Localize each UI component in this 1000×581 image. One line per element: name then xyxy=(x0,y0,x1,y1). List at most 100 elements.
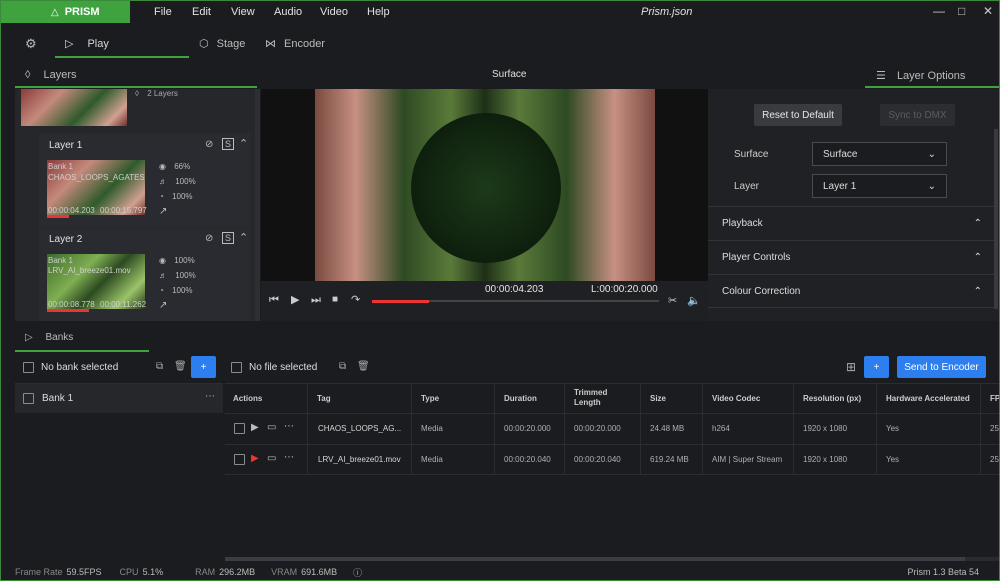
monitor-icon[interactable]: ▭ xyxy=(267,422,276,433)
trash-icon[interactable]: 🗑 xyxy=(357,361,370,372)
cell-hw: Yes xyxy=(886,455,900,464)
menu-video[interactable]: Video xyxy=(320,6,348,18)
table-header: Actions Tag Type Duration Trimmed Length… xyxy=(225,383,999,413)
grid-view-icon[interactable]: ⊞ xyxy=(846,360,856,374)
layer-options-panel: Reset to Default Sync to DMX Surface Sur… xyxy=(708,89,999,321)
col-size[interactable]: Size xyxy=(650,394,666,403)
opacity-value: 66% xyxy=(174,162,191,171)
layer-item[interactable]: Layer 1 ⊘ S ⌃ Bank 1 CHAOS_LOOPS_AGATES … xyxy=(39,133,251,227)
cell-fps: 25 xyxy=(990,455,999,464)
options-scrollbar[interactable] xyxy=(994,129,998,309)
cell-size: 619.24 MB xyxy=(650,455,689,464)
volume-stat[interactable]: ♬ 100% xyxy=(159,271,196,280)
skip-forward-icon[interactable]: ⏭ xyxy=(311,294,321,307)
send-to-encoder-button[interactable]: Send to Encoder xyxy=(897,356,986,378)
play-tab-icon: ▷ xyxy=(65,38,74,50)
bank-list-item[interactable]: Bank 1 ⋯ xyxy=(15,383,223,413)
clip-length: L:00:00:20.000 xyxy=(591,284,658,295)
cube-icon: ⬡ xyxy=(199,38,209,50)
menu-help[interactable]: Help xyxy=(367,6,390,18)
col-trimmed[interactable]: Trimmed Length xyxy=(574,388,624,408)
col-video-codec[interactable]: Video Codec xyxy=(712,394,760,403)
col-tag[interactable]: Tag xyxy=(317,394,331,403)
chevron-up-icon[interactable]: ⌃ xyxy=(239,137,248,150)
sync-dmx-button[interactable]: Sync to DMX xyxy=(880,104,955,126)
maximize-icon[interactable]: □ xyxy=(958,4,965,18)
col-resolution[interactable]: Resolution (px) xyxy=(803,394,861,403)
copy-icon[interactable]: ⧉ xyxy=(339,361,346,372)
solo-icon[interactable]: S xyxy=(222,138,235,150)
encoder-icon: ⋈ xyxy=(265,38,276,50)
col-hw-accel[interactable]: Hardware Accelerated xyxy=(886,394,970,403)
visibility-off-icon[interactable]: ⊘ xyxy=(205,233,213,244)
export-icon[interactable]: ↗ xyxy=(159,300,167,311)
tab-stage[interactable]: ⬡ Stage xyxy=(199,37,245,51)
layer-options-underline xyxy=(865,86,999,88)
copy-icon[interactable]: ⧉ xyxy=(156,361,163,372)
settings-gear-icon[interactable]: ⚙ xyxy=(25,36,37,52)
trash-icon[interactable]: 🗑 xyxy=(174,361,187,372)
more-icon[interactable]: ⋯ xyxy=(284,452,294,463)
add-bank-button[interactable]: + xyxy=(191,356,216,378)
menu-file[interactable]: File xyxy=(154,6,172,18)
close-icon[interactable]: ✕ xyxy=(983,4,993,18)
table-h-scrollbar[interactable] xyxy=(225,557,999,561)
section-player-controls[interactable]: Player Controls ⌃ xyxy=(708,240,996,274)
row-play-icon[interactable]: ▶ xyxy=(251,422,259,433)
speed-stat[interactable]: ◔ 100% xyxy=(159,192,193,201)
menu-audio[interactable]: Audio xyxy=(274,6,302,18)
col-duration[interactable]: Duration xyxy=(504,394,537,403)
row-checkbox[interactable] xyxy=(234,454,245,465)
row-play-icon[interactable]: ▶ xyxy=(251,453,259,464)
thumb-time-end: 00:00:15.797 xyxy=(100,206,147,215)
opacity-stat[interactable]: ◉ 66% xyxy=(159,162,190,171)
chevron-up-icon[interactable]: ⌃ xyxy=(239,231,248,244)
more-icon[interactable]: ⋯ xyxy=(284,421,294,432)
layer-thumbnail: Bank 1 LRV_AI_breeze01.mov 00:00:08.778 … xyxy=(47,254,146,309)
layer-group: ◊ 2 Layers xyxy=(135,89,178,98)
scroll-thumb[interactable] xyxy=(225,557,965,561)
col-type[interactable]: Type xyxy=(421,394,439,403)
cell-trimmed: 00:00:20.040 xyxy=(574,455,621,464)
layers-scrollbar[interactable] xyxy=(255,89,260,321)
monitor-icon[interactable]: ▭ xyxy=(267,453,276,464)
solo-icon[interactable]: S xyxy=(222,232,235,244)
speaker-icon[interactable]: 🔈 xyxy=(687,294,701,307)
speed-stat[interactable]: ◔ 100% xyxy=(159,286,193,295)
surface-dropdown[interactable]: Surface ⌄ xyxy=(812,142,947,166)
row-checkbox[interactable] xyxy=(234,423,245,434)
more-icon[interactable]: ⋯ xyxy=(205,391,215,402)
volume-stat[interactable]: ♬ 100% xyxy=(159,177,196,186)
menu-edit[interactable]: Edit xyxy=(192,6,211,18)
export-icon[interactable]: ↗ xyxy=(159,206,167,217)
menu-view[interactable]: View xyxy=(231,6,255,18)
layer-item[interactable]: Layer 2 ⊘ S ⌃ Bank 1 LRV_AI_breeze01.mov… xyxy=(39,228,251,321)
volume-value: 100% xyxy=(175,271,196,280)
scissors-icon[interactable]: ✂ xyxy=(668,294,677,307)
reset-default-button[interactable]: Reset to Default xyxy=(754,104,842,126)
table-row[interactable]: ▶ ▭ ⋯ CHAOS_LOOPS_AG... Media 00:00:20.0… xyxy=(225,413,999,444)
tab-encoder[interactable]: ⋈ Encoder xyxy=(265,37,325,51)
skip-back-icon[interactable]: ⏮ xyxy=(269,294,279,307)
section-colour-correction[interactable]: Colour Correction ⌃ xyxy=(708,274,996,308)
layer-options-label: Layer Options xyxy=(896,70,966,82)
table-row[interactable]: ▶ ▭ ⋯ LRV_AI_breeze01.mov Media 00:00:20… xyxy=(225,444,999,475)
loop-icon[interactable]: ↷ xyxy=(351,293,360,306)
info-icon[interactable]: ⓘ xyxy=(353,566,362,579)
tab-play[interactable]: ▷ Play xyxy=(65,37,109,51)
minimize-icon[interactable]: — xyxy=(933,4,945,18)
timeline-track[interactable] xyxy=(372,300,659,303)
opacity-stat[interactable]: ◉ 100% xyxy=(159,256,195,265)
layer-value: Layer 1 xyxy=(823,180,857,192)
col-actions[interactable]: Actions xyxy=(233,394,262,403)
file-select-checkbox[interactable] xyxy=(231,362,242,373)
bank-checkbox[interactable] xyxy=(23,393,34,404)
section-playback[interactable]: Playback ⌃ xyxy=(708,206,996,240)
layer-dropdown[interactable]: Layer 1 ⌄ xyxy=(812,174,947,198)
visibility-off-icon[interactable]: ⊘ xyxy=(205,139,213,150)
col-fps[interactable]: FP xyxy=(990,394,999,403)
bank-select-checkbox[interactable] xyxy=(23,362,34,373)
stop-icon[interactable]: ■ xyxy=(332,294,338,305)
add-file-button[interactable]: + xyxy=(864,356,889,378)
play-icon[interactable]: ▶ xyxy=(291,293,299,306)
